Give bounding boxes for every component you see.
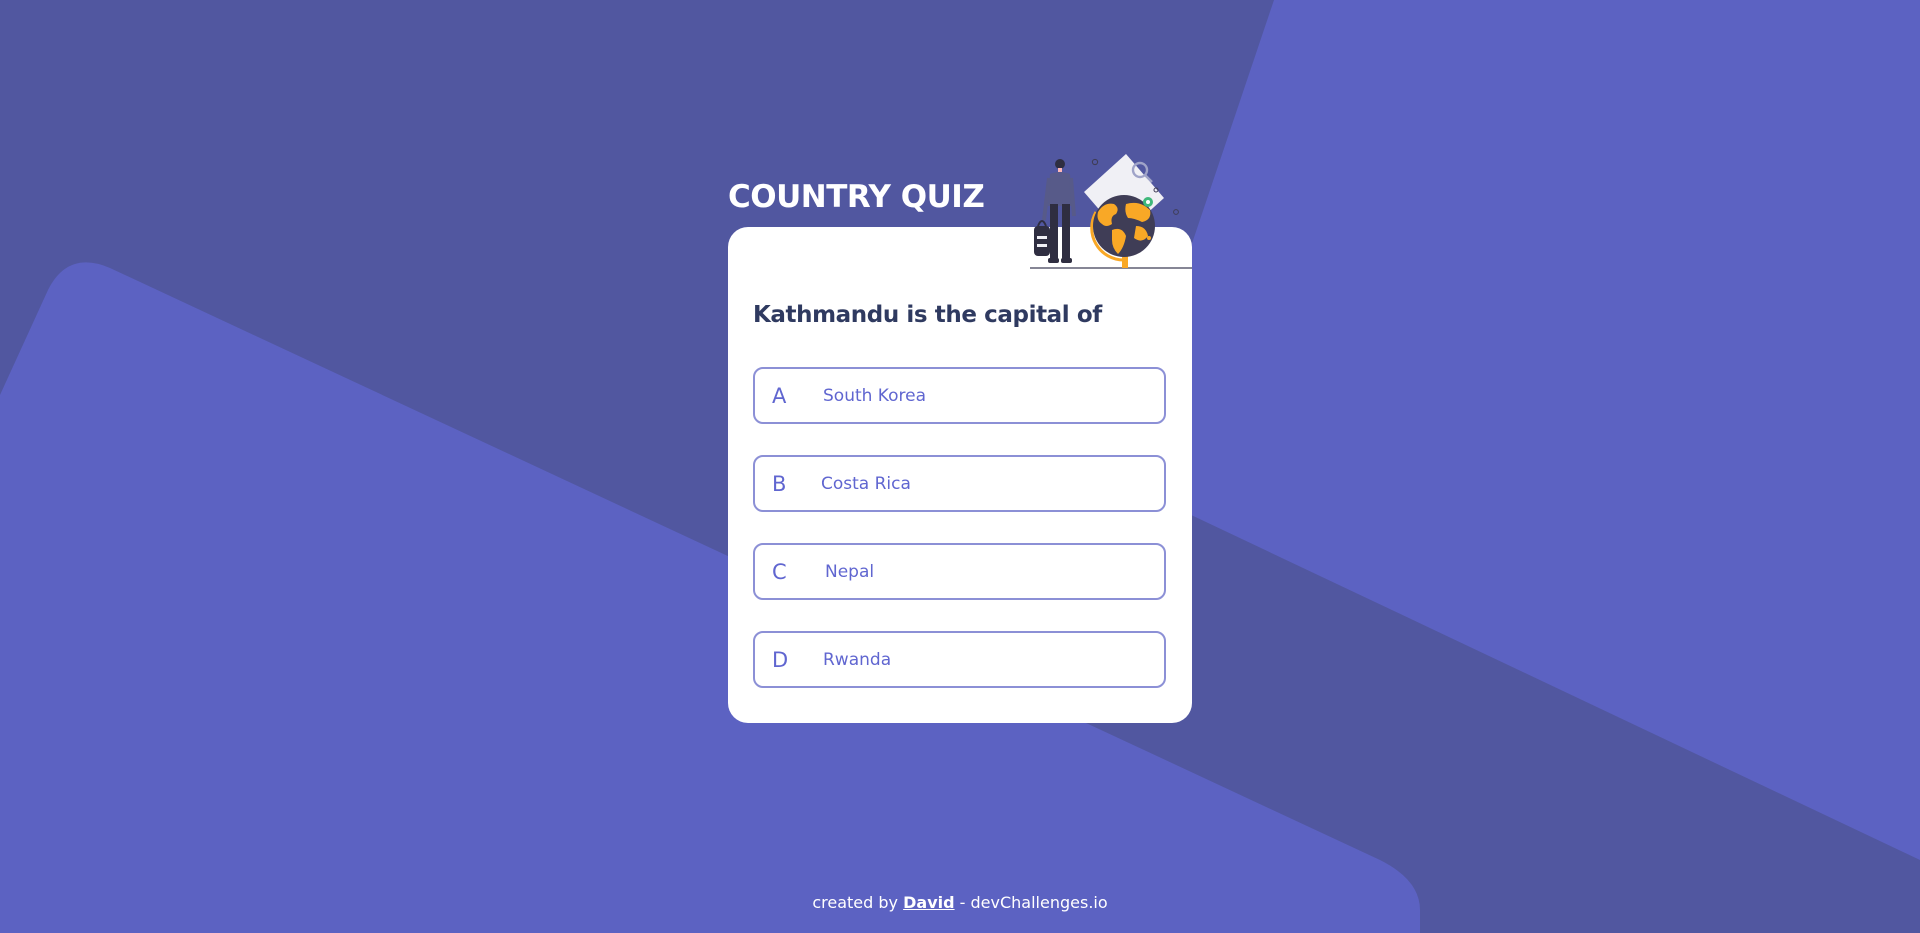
option-letter: B bbox=[772, 472, 787, 496]
answer-option-d[interactable]: D Rwanda bbox=[753, 631, 1166, 688]
option-letter: D bbox=[772, 648, 789, 672]
answer-option-b[interactable]: B Costa Rica bbox=[753, 455, 1166, 512]
traveler-globe-illustration-icon bbox=[1030, 154, 1192, 269]
footer-prefix: created by bbox=[812, 893, 899, 912]
footer: created by David - devChallenges.io bbox=[0, 893, 1920, 912]
option-letter: A bbox=[772, 384, 787, 408]
answer-option-a[interactable]: A South Korea bbox=[753, 367, 1166, 424]
footer-suffix: - devChallenges.io bbox=[959, 893, 1108, 912]
option-label: South Korea bbox=[823, 386, 927, 406]
author-link[interactable]: David bbox=[903, 893, 954, 912]
option-label: Costa Rica bbox=[821, 474, 911, 494]
quiz-card: Kathmandu is the capital of A South Kore… bbox=[728, 227, 1192, 723]
option-letter: C bbox=[772, 560, 787, 584]
answer-option-c[interactable]: C Nepal bbox=[753, 543, 1166, 600]
quiz-title: COUNTRY QUIZ bbox=[728, 179, 985, 215]
question-text: Kathmandu is the capital of bbox=[753, 302, 1102, 328]
option-label: Nepal bbox=[825, 562, 875, 582]
option-label: Rwanda bbox=[823, 650, 892, 670]
